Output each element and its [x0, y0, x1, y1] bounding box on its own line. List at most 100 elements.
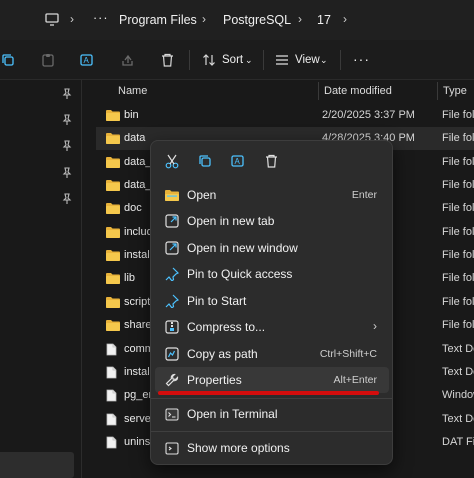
folder-icon — [106, 226, 120, 238]
pin-icon[interactable] — [62, 193, 72, 205]
menu-item-pin-start[interactable]: Pin to Start — [155, 288, 389, 314]
file-type: File fold — [442, 155, 474, 168]
menu-item-label: Show more options — [187, 441, 290, 455]
menu-item-pin-quick-access[interactable]: Pin to Quick access — [155, 261, 389, 287]
chevron-down-icon: ⌄ — [245, 55, 253, 65]
menu-item-label: Pin to Start — [187, 294, 247, 308]
file-type: File fold — [442, 295, 474, 308]
file-type: File fold — [442, 225, 474, 238]
rename-icon[interactable]: A — [79, 52, 95, 68]
see-more-button[interactable]: ··· — [353, 51, 370, 67]
menu-item-shortcut: Enter — [351, 189, 377, 201]
more-options-icon — [164, 440, 180, 456]
menu-item-open-new-tab[interactable]: Open in new tab — [155, 208, 389, 234]
copy-path-icon — [164, 346, 180, 362]
chevron-right-icon: › — [70, 12, 74, 26]
wrench-icon — [164, 372, 180, 388]
menu-item-show-more-options[interactable]: Show more options — [155, 435, 389, 461]
menu-item-copy-as-path[interactable]: Copy as path Ctrl+Shift+C — [155, 341, 389, 367]
chevron-right-icon: › — [373, 319, 377, 333]
view-icon[interactable] — [274, 52, 290, 68]
view-button[interactable]: View — [295, 54, 320, 66]
menu-item-compress[interactable]: Compress to... › — [155, 314, 389, 340]
toolbar-divider — [340, 50, 341, 70]
document-icon — [106, 343, 120, 355]
folder-icon — [106, 249, 120, 262]
folder-icon — [106, 296, 120, 308]
pin-icon[interactable] — [62, 114, 72, 126]
copy-icon[interactable] — [0, 52, 16, 68]
file-type: Text Do — [442, 365, 474, 378]
context-menu: A Open Enter Open in new tab Open in new… — [150, 140, 393, 465]
chevron-right-icon: › — [343, 12, 347, 26]
chevron-right-icon: › — [298, 12, 302, 26]
menu-item-open[interactable]: Open Enter — [155, 182, 389, 208]
share-icon[interactable] — [119, 52, 135, 68]
file-name: data — [124, 132, 146, 145]
file-date: 2/20/2025 3:37 PM — [322, 109, 415, 121]
file-type: File fold — [442, 202, 474, 215]
file-name: data_ — [124, 179, 152, 192]
breadcrumb-overflow[interactable]: ··· — [93, 11, 109, 25]
menu-divider — [151, 431, 392, 432]
menu-item-properties[interactable]: Properties Alt+Enter — [155, 367, 389, 393]
file-row[interactable]: bin 2/20/2025 3:37 PM File fold — [96, 104, 474, 127]
breadcrumb-program-files[interactable]: Program Files — [119, 13, 197, 27]
chevron-right-icon: › — [202, 12, 206, 26]
file-type: Text Do — [442, 342, 474, 355]
menu-item-label: Open in Terminal — [187, 407, 278, 421]
file-name: includ — [124, 225, 153, 238]
file-type: Text Do — [442, 412, 474, 425]
file-type: DAT File — [442, 435, 474, 448]
file-type: File fold — [442, 249, 474, 262]
sort-icon[interactable] — [201, 52, 217, 68]
file-name: install — [124, 365, 153, 378]
delete-icon[interactable] — [257, 147, 285, 175]
monitor-icon[interactable] — [44, 11, 60, 27]
column-header-name[interactable]: Name — [118, 80, 147, 102]
nav-item-selected[interactable] — [0, 452, 74, 478]
terminal-icon — [164, 406, 180, 422]
folder-icon — [106, 319, 120, 332]
file-type: File fold — [442, 109, 474, 121]
cut-icon[interactable] — [158, 147, 186, 175]
menu-item-open-new-window[interactable]: Open in new window — [155, 235, 389, 261]
pin-icon[interactable] — [62, 140, 72, 152]
toolbar-divider — [263, 50, 264, 70]
file-type: Window — [442, 389, 474, 402]
column-divider[interactable] — [437, 82, 438, 100]
rename-icon[interactable]: A — [224, 147, 252, 175]
file-name: data_ — [124, 155, 152, 168]
copy-icon[interactable] — [191, 147, 219, 175]
column-header-type[interactable]: Type — [443, 80, 467, 102]
pin-icon[interactable] — [62, 167, 72, 179]
menu-item-label: Compress to... — [187, 320, 266, 334]
navigation-pane — [0, 80, 82, 478]
file-name: lib — [124, 272, 136, 285]
new-window-icon — [164, 240, 180, 256]
paste-icon[interactable] — [40, 52, 56, 68]
delete-icon[interactable] — [159, 52, 175, 68]
menu-item-label: Open in new tab — [187, 214, 275, 228]
svg-text:A: A — [83, 56, 89, 65]
chevron-down-icon: ⌄ — [320, 55, 328, 65]
file-type: File fold — [442, 272, 474, 285]
column-divider[interactable] — [318, 82, 319, 100]
menu-item-label: Properties — [187, 373, 242, 387]
file-type: File fold — [442, 179, 474, 192]
document-icon — [106, 366, 120, 379]
menu-item-shortcut: Ctrl+Shift+C — [319, 348, 377, 360]
column-header-date[interactable]: Date modified — [324, 80, 392, 102]
document-icon — [106, 413, 120, 425]
file-name: bin — [124, 109, 139, 121]
menu-item-open-terminal[interactable]: Open in Terminal — [155, 401, 389, 427]
pin-icon[interactable] — [62, 88, 72, 100]
breadcrumb-17[interactable]: 17 — [317, 13, 331, 27]
sort-button[interactable]: Sort — [222, 54, 243, 66]
command-bar: A Sort ⌄ View ⌄ ··· — [0, 40, 474, 80]
breadcrumb-postgresql[interactable]: PostgreSQL — [223, 13, 291, 27]
folder-icon — [106, 132, 120, 145]
menu-item-label: Open — [187, 188, 217, 202]
address-bar: › ··· Program Files › PostgreSQL › 17 › — [0, 0, 474, 40]
folder-icon — [106, 202, 120, 215]
